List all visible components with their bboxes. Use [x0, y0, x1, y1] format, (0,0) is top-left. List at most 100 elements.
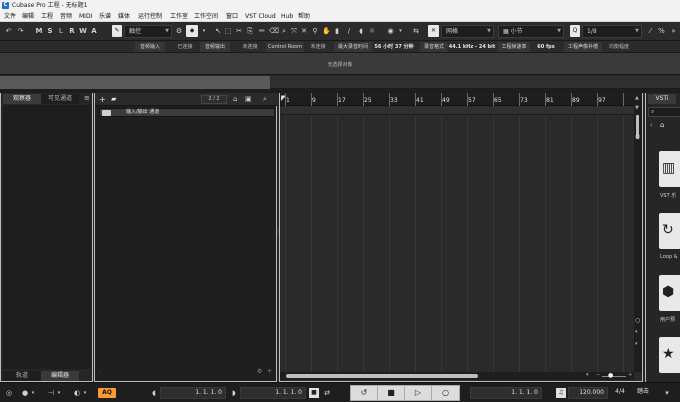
ruler[interactable]: ◤ 1 9 17 25 33 41 49 57 65 73 81 89 97: [280, 93, 634, 106]
undo-button[interactable]: ↶: [4, 25, 13, 37]
menu-vst-cloud[interactable]: VST Cloud: [245, 12, 276, 21]
menu-project[interactable]: 工程: [41, 12, 53, 21]
solo-button[interactable]: S: [46, 25, 54, 37]
record-button[interactable]: ○: [432, 386, 459, 400]
pan-toggle-icon[interactable]: ⁄: [646, 25, 655, 37]
left-locator-display[interactable]: 1. 1. 1. 0: [160, 387, 226, 399]
grid-unit-select[interactable]: ▦ 小节 ▼: [498, 25, 564, 38]
menu-hub[interactable]: Hub: [281, 12, 293, 21]
menu-file[interactable]: 文件: [4, 12, 16, 21]
add-folder-icon[interactable]: ▰: [111, 95, 116, 104]
palette-chevron-icon[interactable]: ▾: [397, 25, 404, 37]
record-mode-chevron-icon[interactable]: ▾: [30, 388, 36, 398]
back-arrow-icon[interactable]: ‹: [650, 121, 653, 129]
tab-visibility[interactable]: 可见通道: [41, 94, 79, 104]
write-button[interactable]: W: [79, 25, 87, 37]
settings-gear-icon[interactable]: ⚙: [257, 368, 262, 375]
transport-settings-icon[interactable]: ▾: [662, 388, 672, 398]
split-tool-icon[interactable]: ✂: [235, 25, 243, 37]
scroll-up-icon[interactable]: ▲: [635, 95, 639, 101]
eraser-tool-icon[interactable]: ⌫: [269, 25, 279, 37]
quantize-value-select[interactable]: 1/8 ▼: [582, 25, 642, 38]
menu-window[interactable]: 窗口: [226, 12, 238, 21]
zoom-out-h-icon[interactable]: −: [596, 372, 600, 378]
loops-samples-button[interactable]: ↻: [659, 213, 680, 249]
sync-icon[interactable]: ⇄: [322, 388, 332, 398]
mute-tool-icon[interactable]: ✕: [300, 25, 308, 37]
menu-workspaces[interactable]: 工作空间: [194, 12, 218, 21]
auto-quantize-button[interactable]: AQ: [98, 388, 116, 398]
listen-button[interactable]: L: [57, 25, 65, 37]
menu-icon[interactable]: ≡: [84, 94, 90, 103]
hand-tool-icon[interactable]: ✋: [322, 25, 331, 37]
percent-icon[interactable]: %: [657, 25, 666, 37]
home-icon[interactable]: ⌂: [660, 121, 664, 129]
zoom-slider-icon[interactable]: ○: [635, 317, 640, 324]
horizontal-scroll-thumb[interactable]: [286, 374, 478, 378]
zoom-tool-icon[interactable]: ⌕: [280, 25, 288, 37]
vertical-scrollbar[interactable]: ▲ ▼ ○ ○ ▾ ▾: [634, 93, 642, 372]
range-tool-icon[interactable]: ⬚: [224, 25, 232, 37]
snap-toggle-button[interactable]: ✕: [428, 25, 439, 37]
tab-editor[interactable]: 编辑器: [41, 371, 79, 381]
grid-type-select[interactable]: 网格 ▼: [441, 25, 494, 38]
record-mode-icon[interactable]: ●: [20, 388, 30, 398]
visibility-icon[interactable]: ▣: [245, 95, 252, 104]
search-field[interactable]: ⌕: [648, 107, 680, 117]
menu-audio[interactable]: 音频: [60, 12, 72, 21]
search-icon[interactable]: ⌕: [263, 95, 267, 104]
speaker-tool-icon[interactable]: ◖: [357, 25, 365, 37]
quantize-icon[interactable]: Q: [570, 25, 580, 37]
tab-tracks[interactable]: 轨道: [3, 371, 41, 381]
automation-icon[interactable]: ✎: [112, 25, 122, 37]
metronome-icon[interactable]: ◐: [72, 388, 82, 398]
dropdown-chevron-icon[interactable]: ▾: [200, 25, 208, 37]
menu-edit[interactable]: 编辑: [22, 12, 34, 21]
user-presets-button[interactable]: ⬢: [659, 275, 680, 311]
tab-vsti[interactable]: VSTi: [648, 94, 676, 104]
color-palette-icon[interactable]: ◉: [386, 25, 395, 37]
punch-icon[interactable]: ⊣: [46, 388, 56, 398]
timewarp-tool-icon[interactable]: ⚲: [311, 25, 319, 37]
metronome-chevron-icon[interactable]: ▾: [82, 388, 88, 398]
vst-instruments-button[interactable]: ▥: [659, 151, 680, 187]
zoom-knob-icon[interactable]: ●: [608, 372, 613, 379]
play-button[interactable]: ▷: [405, 386, 432, 400]
menu-transport[interactable]: 运行控制: [138, 12, 162, 21]
right-locator-display[interactable]: 1. 1. 1. 0: [240, 387, 306, 399]
add-track-icon[interactable]: +: [99, 95, 106, 104]
punch-chevron-icon[interactable]: ▾: [56, 388, 62, 398]
settings-gear-icon[interactable]: ⚙: [175, 25, 183, 37]
menu-help[interactable]: 帮助: [298, 12, 310, 21]
overview-range[interactable]: [0, 76, 270, 89]
comp-tool-icon[interactable]: ⤧: [290, 25, 298, 37]
track-row[interactable]: 输入/输出 通道: [99, 108, 275, 117]
tab-inspector[interactable]: 观察器: [3, 94, 41, 104]
read-button[interactable]: R: [68, 25, 76, 37]
glue-tool-icon[interactable]: ⎘: [246, 25, 254, 37]
scroll-down-icon[interactable]: ▼: [635, 105, 639, 111]
automation-button[interactable]: A: [90, 25, 98, 37]
zoom-presets-icon[interactable]: ▾: [586, 372, 589, 378]
track-lane[interactable]: [281, 106, 634, 115]
auto-select-button[interactable]: ◆: [186, 25, 198, 37]
tempo-display[interactable]: 120.000: [568, 387, 608, 399]
time-signature-display[interactable]: 4/4: [610, 387, 630, 399]
horizontal-scrollbar[interactable]: ▾ − ● +: [280, 372, 634, 380]
zoom-out-icon[interactable]: ▾: [635, 329, 638, 335]
automation-mode-select[interactable]: 触控 ▼: [124, 25, 172, 38]
pointer-tool-icon[interactable]: ↖: [214, 25, 222, 37]
menu-media[interactable]: 媒体: [118, 12, 130, 21]
menu-score[interactable]: 乐谱: [99, 12, 111, 21]
redo-button[interactable]: ↷: [16, 25, 25, 37]
play-tool-icon[interactable]: ☼: [368, 25, 376, 37]
add-track-small-icon[interactable]: +: [267, 368, 272, 375]
tap-tempo-button[interactable]: 踏击: [632, 387, 654, 399]
cycle-button[interactable]: ↺: [351, 386, 378, 400]
activity-icon[interactable]: ◎: [4, 388, 14, 398]
menu-studio[interactable]: 工作室: [170, 12, 188, 21]
snap-mode-icon[interactable]: ⇆: [410, 25, 422, 37]
line-tool-icon[interactable]: ∕: [345, 25, 353, 37]
color-tool-icon[interactable]: ▮: [333, 25, 341, 37]
more-chevron-icon[interactable]: »: [669, 25, 678, 37]
